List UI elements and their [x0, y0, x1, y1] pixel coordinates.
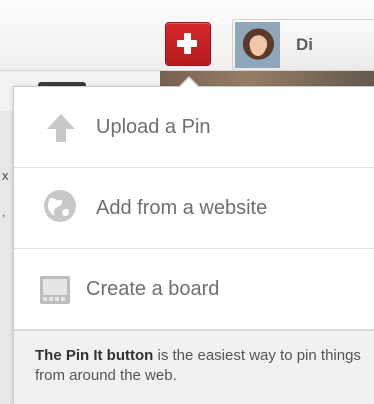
avatar-face — [250, 36, 266, 56]
avatar — [235, 22, 280, 68]
board-icon — [40, 276, 70, 304]
menu-item-create-board[interactable]: Create a board — [14, 249, 374, 330]
pin-it-button-link[interactable]: The Pin It button — [35, 347, 153, 364]
add-pin-button[interactable] — [165, 22, 211, 66]
pin-it-promo: The Pin It button is the easiest way to … — [14, 330, 374, 404]
add-menu-dropdown: Upload a Pin Add from a website Create a… — [13, 86, 374, 404]
background-side-mark: , — [2, 205, 6, 219]
user-profile-button[interactable]: Di — [232, 19, 374, 71]
pin-it-promo-text: The Pin It button is the easiest way to … — [35, 346, 365, 386]
background-side-mark: x — [2, 168, 9, 183]
plus-icon — [184, 33, 191, 54]
upload-arrow-icon — [47, 114, 75, 142]
menu-item-upload-pin[interactable]: Upload a Pin — [14, 87, 374, 168]
globe-icon — [44, 190, 76, 222]
user-name: Di — [296, 35, 313, 54]
menu-item-label: Upload a Pin — [96, 116, 211, 138]
menu-item-label: Create a board — [86, 278, 220, 300]
menu-item-add-from-website[interactable]: Add from a website — [14, 168, 374, 249]
menu-item-label: Add from a website — [96, 197, 268, 219]
menu-caret-inner — [179, 78, 199, 88]
